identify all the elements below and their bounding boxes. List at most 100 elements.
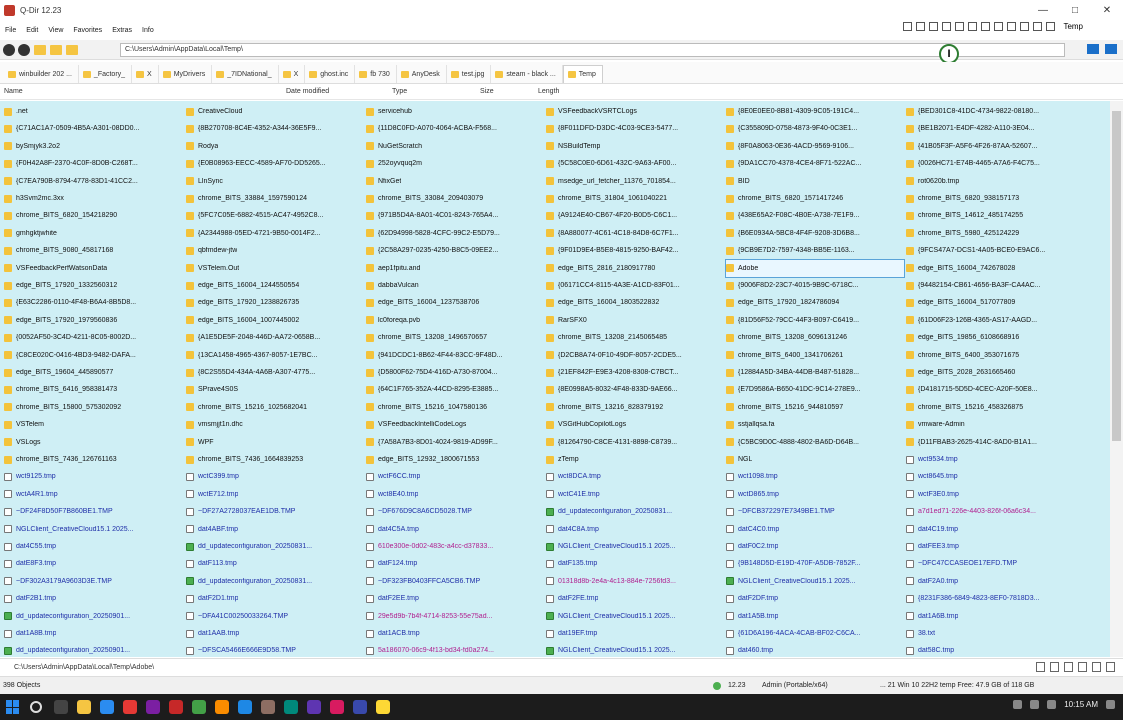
file-item[interactable]: datF2EE.tmp [366, 590, 544, 607]
tab-9[interactable]: test.jpg [447, 65, 492, 83]
folder-item[interactable]: {D2CB8A74-0F10-49DF-8057-2CDE5... [546, 347, 724, 364]
view-icon[interactable] [66, 44, 78, 55]
folder-item[interactable]: {BED301C8-41DC-4734-9822-08180... [906, 103, 1084, 120]
folder-item[interactable]: chrome_BITS_15216_944810597 [726, 399, 904, 416]
folder-item[interactable]: {81D56F52-79CC-44F3-B097-C6419... [726, 312, 904, 329]
folder-item[interactable]: {941DCDC1-8B62-4F44-83CC-9F48D... [366, 347, 544, 364]
menu-file[interactable]: File [0, 27, 21, 34]
folder-item[interactable]: {8A880077-4C61-4C18-84D8-6C7F1... [546, 225, 724, 242]
folder-item[interactable]: {94482154-CB61-4656-BA3F-CA4AC... [906, 277, 1084, 294]
folder-item[interactable]: {8F0A8063-0E36-4ACD-9569-9106... [726, 138, 904, 155]
folder-item[interactable]: edge_BITS_16004_1244550554 [186, 277, 364, 294]
folder-item[interactable]: chrome_BITS_13208_6096131246 [726, 329, 904, 346]
file-item[interactable]: NGLClient_CreativeCloud15.1 2025... [546, 642, 724, 657]
folder-item[interactable]: LlnSync [186, 173, 364, 190]
layout-icon[interactable] [929, 22, 939, 31]
quick-folder-label[interactable]: Temp [1063, 22, 1083, 31]
file-item[interactable]: dat19EF.tmp [546, 625, 724, 642]
app-icon[interactable] [353, 700, 367, 714]
folder-item[interactable]: {0052AF50-3C4D-4211-8C05-8002D... [4, 329, 182, 346]
file-item[interactable]: datE8F3.tmp [4, 555, 182, 572]
file-item[interactable]: ~DF27A2728037EAE1DB.TMP [186, 503, 364, 520]
file-item[interactable]: wct8E40.tmp [366, 486, 544, 503]
file-item[interactable]: datF135.tmp [546, 555, 724, 572]
folder-item[interactable]: VSGitHubCopilotLogs [546, 416, 724, 433]
file-item[interactable]: ~DFC47CCASEOE17EFD.TMP [906, 555, 1084, 572]
file-item[interactable]: dat1ACB.tmp [366, 625, 544, 642]
folder-item[interactable]: CreativeCloud [186, 103, 364, 120]
file-item[interactable]: ~DFCB372297E7349BE1.TMP [726, 503, 904, 520]
file-item[interactable]: wctE712.tmp [186, 486, 364, 503]
volume-icon[interactable] [1047, 700, 1057, 709]
folder-item[interactable]: {81264790-C8CE-4131-8898-C8739... [546, 434, 724, 451]
tab-5[interactable]: X [279, 65, 306, 83]
file-item[interactable]: NGLClient_CreativeCloud15.1 2025... [4, 521, 182, 538]
folder-item[interactable]: VSFeedbackPerfWatsonData [4, 260, 182, 277]
file-item[interactable]: dat4C5A.tmp [366, 521, 544, 538]
folder-item[interactable]: VSTelem [4, 416, 182, 433]
minimize-button[interactable]: — [1027, 0, 1059, 20]
vertical-scrollbar[interactable] [1110, 101, 1123, 657]
layout-icon[interactable] [903, 22, 913, 31]
file-item[interactable]: ~DF302A3179A9603D3E.TMP [4, 573, 182, 590]
layout-icon[interactable] [1033, 22, 1043, 31]
folder-item[interactable]: {971B5D4A-8A01-4C01-8243-765A4... [366, 207, 544, 224]
folder-item[interactable]: {61D06F23-126B-4365-AS17-AAGD... [906, 312, 1084, 329]
app-icon[interactable] [238, 700, 252, 714]
file-item[interactable]: datC4C0.tmp [726, 521, 904, 538]
folder-item[interactable]: msedge_url_fetcher_11376_701854... [546, 173, 724, 190]
monitor-icon[interactable] [1087, 44, 1099, 54]
folder-item[interactable]: RarSFX0 [546, 312, 724, 329]
folder-item[interactable]: vmware-Admin [906, 416, 1084, 433]
folder-item[interactable]: chrome_BITS_13208_2145065485 [546, 329, 724, 346]
column-length[interactable]: Length [538, 88, 559, 95]
column-date-modified[interactable]: Date modified [286, 88, 329, 95]
layout-icon[interactable] [994, 22, 1004, 31]
folder-item[interactable]: {C8CE020C-0416-4BD3-9482-DAFA... [4, 347, 182, 364]
file-item[interactable]: datF2A0.tmp [906, 573, 1084, 590]
folder-item[interactable]: edge_BITS_2816_2180917780 [546, 260, 724, 277]
tab-4[interactable]: _7IDNational_ [212, 65, 279, 83]
back-icon[interactable] [3, 43, 15, 56]
file-item[interactable]: dat4C19.tmp [906, 521, 1084, 538]
column-name[interactable]: Name [4, 88, 23, 95]
network-icon[interactable] [1030, 700, 1040, 709]
folder-item[interactable]: {2C58A297-0235-4250-B8C5-09EE2... [366, 242, 544, 259]
copy-icon[interactable] [1036, 662, 1045, 672]
folder-item[interactable]: {A2344988-05ED-4721-9B50-0014F2... [186, 225, 364, 242]
new-icon[interactable] [1106, 662, 1115, 672]
clock[interactable]: 10:15 AM [1064, 700, 1098, 709]
file-item[interactable]: dd_updateconfiguration_20250831... [546, 503, 724, 520]
column-type[interactable]: Type [392, 88, 407, 95]
app-icon[interactable] [330, 700, 344, 714]
tab-0[interactable]: winbuilder 202 ... [4, 65, 79, 83]
folder-item[interactable]: VSFeedbackVSRTCLogs [546, 103, 724, 120]
folder-item[interactable]: edge_BITS_17920_1824786094 [726, 294, 904, 311]
folder-item[interactable]: {C71AC1A7-0509-4B5A-A301-08DD0... [4, 120, 182, 137]
folder-item[interactable]: {8E0E0EE0-8B81-4309-9C05-191C4... [726, 103, 904, 120]
folder-item[interactable]: vmsmjjt1n.dhc [186, 416, 364, 433]
folder-item[interactable]: chrome_BITS_6400_353071675 [906, 347, 1084, 364]
folder-item[interactable]: chrome_BITS_15800_575302092 [4, 399, 182, 416]
folder-icon[interactable] [50, 44, 62, 55]
folder-item[interactable]: {D4181715-5D5D-4CEC-A20F-50E8... [906, 381, 1084, 398]
folder-item[interactable]: BID [726, 173, 904, 190]
folder-item[interactable]: VSLogs [4, 434, 182, 451]
file-item[interactable]: ~DFSCA5466E666E9D58.TMP [186, 642, 364, 657]
folder-item[interactable]: {11D8C0FD-A070-4064-ACBA-F568... [366, 120, 544, 137]
file-item[interactable]: NGLClient_CreativeCloud15.1 2025... [726, 573, 904, 590]
folder-item[interactable]: {9006F8D2-23C7-4015-9B9C-6718C... [726, 277, 904, 294]
folder-item[interactable]: {E0B08963-EECC-4589-AF70-DD5265... [186, 155, 364, 172]
tab-8[interactable]: AnyDesk [397, 65, 447, 83]
folder-item[interactable]: dabbaVulcan [366, 277, 544, 294]
folder-item[interactable]: {C7EA790B-8794-4778-83D1-41CC2... [4, 173, 182, 190]
file-item[interactable]: dat4C8A.tmp [546, 521, 724, 538]
file-item[interactable]: {9B148D5D-E19D-470F-A5DB-7852F... [726, 555, 904, 572]
file-item[interactable]: wct1098.tmp [726, 468, 904, 485]
file-item[interactable]: {8231F386-6849-4823-8EF0-7818D3... [906, 590, 1084, 607]
file-item[interactable]: dat1A6B.tmp [906, 608, 1084, 625]
layout-icon[interactable] [1007, 22, 1017, 31]
layout-icon[interactable] [968, 22, 978, 31]
folder-item[interactable]: {9DA1CC70-4378-4CE4-8F71-522AC... [726, 155, 904, 172]
folder-item[interactable]: edge_BITS_16004_1237538706 [366, 294, 544, 311]
